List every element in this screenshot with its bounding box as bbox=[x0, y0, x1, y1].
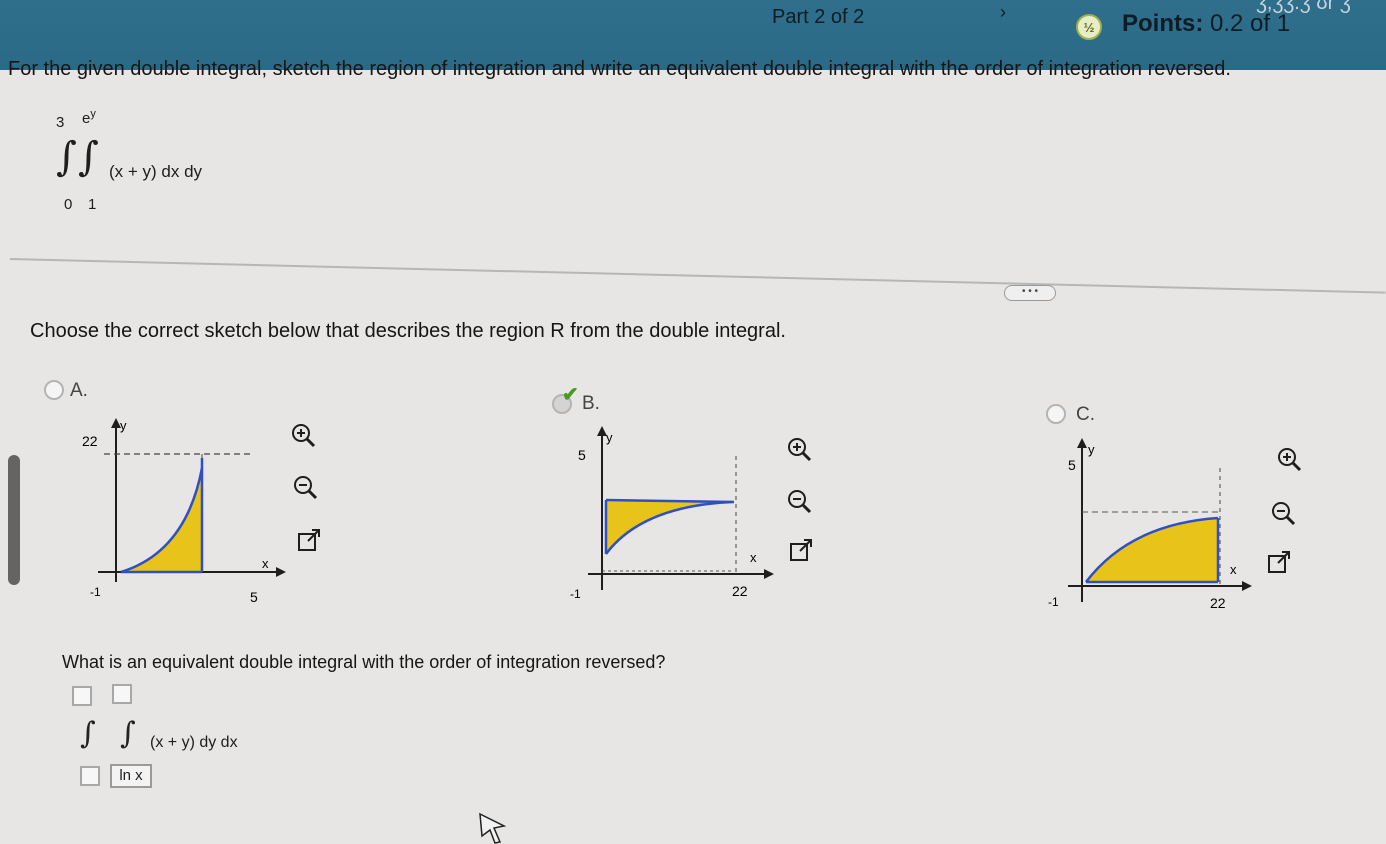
option-c-neg-tick: -1 bbox=[1048, 595, 1059, 609]
part-indicator: Part 2 of 2 bbox=[772, 6, 865, 28]
scrollbar[interactable] bbox=[8, 455, 20, 585]
partial-score-icon: ½ bbox=[1076, 14, 1102, 40]
next-part-icon[interactable]: › bbox=[1000, 2, 1006, 23]
option-b-zoom-out-icon[interactable] bbox=[786, 488, 812, 514]
option-a-zoom-out-icon[interactable] bbox=[292, 474, 318, 500]
option-c-radio[interactable] bbox=[1046, 404, 1066, 424]
option-b-expand-icon[interactable] bbox=[788, 538, 814, 564]
option-a-neg-tick: -1 bbox=[90, 585, 101, 599]
option-a-radio[interactable] bbox=[44, 380, 64, 400]
outer-lower-limit: 0 bbox=[64, 196, 73, 213]
option-c-y-label: y bbox=[1088, 442, 1095, 457]
question-choose-sketch: Choose the correct sketch below that des… bbox=[30, 320, 786, 342]
option-a-zoom-in-icon[interactable] bbox=[290, 422, 316, 448]
outer-upper-limit: 3 bbox=[56, 114, 65, 131]
instruction-text: For the given double integral, sketch th… bbox=[8, 58, 1231, 80]
outer-integral-sign-icon: ∫ bbox=[56, 134, 77, 180]
option-b-y-tick: 5 bbox=[578, 447, 586, 463]
option-b-y-label: y bbox=[606, 430, 613, 445]
inner-lower-input[interactable]: ln x bbox=[110, 764, 152, 788]
answer-integrand: (x + y) dy dx bbox=[150, 734, 238, 751]
option-a-graph: y 22 x 5 -1 bbox=[82, 418, 286, 605]
points-label: Points: bbox=[1122, 10, 1204, 37]
header-corner-text: ʒ,ʒʒ.ʒ ʊɾ ʒ bbox=[1256, 0, 1351, 14]
option-b-zoom-in-icon[interactable] bbox=[786, 436, 812, 462]
option-c-y-tick: 5 bbox=[1068, 457, 1076, 473]
inner-upper-input[interactable] bbox=[112, 684, 132, 704]
inner-integral-sign-icon: ∫ bbox=[120, 716, 136, 751]
option-c-zoom-out-icon[interactable] bbox=[1270, 500, 1296, 526]
option-b-graph: y 5 x 22 -1 bbox=[570, 426, 774, 601]
option-b-x-label: x bbox=[750, 550, 757, 565]
given-integrand: (x + y) dx dy bbox=[109, 162, 203, 181]
question-reversed-integral: What is an equivalent double integral wi… bbox=[62, 652, 666, 672]
answer-integral: ∫ ∫ (x + y) dy dx ln x bbox=[62, 680, 292, 800]
option-b-neg-tick: -1 bbox=[570, 587, 581, 601]
section-divider bbox=[9, 258, 1386, 294]
inner-lower-limit: 1 bbox=[88, 196, 97, 213]
option-a-x-label: x bbox=[262, 556, 269, 571]
option-c-label: C. bbox=[1076, 404, 1095, 425]
option-c-x-tick: 22 bbox=[1210, 595, 1226, 611]
option-c-graph: y 5 x 22 -1 bbox=[1048, 438, 1252, 611]
more-button[interactable]: • • • bbox=[1004, 285, 1056, 301]
option-c-x-label: x bbox=[1230, 562, 1237, 577]
option-a-label: A. bbox=[70, 380, 88, 401]
option-a-y-label: y bbox=[120, 418, 127, 433]
mouse-cursor-icon bbox=[479, 812, 507, 844]
option-b-label: B. bbox=[582, 393, 600, 414]
inner-upper-limit: ey bbox=[82, 108, 96, 127]
inner-integral-sign-icon: ∫ bbox=[78, 134, 99, 180]
correct-check-icon: ✔ bbox=[562, 384, 579, 406]
option-c-zoom-in-icon[interactable] bbox=[1276, 446, 1302, 472]
outer-integral-sign-icon: ∫ bbox=[80, 716, 96, 751]
option-a-expand-icon[interactable] bbox=[296, 528, 322, 554]
option-b-x-tick: 22 bbox=[732, 583, 748, 599]
option-a-x-tick: 5 bbox=[250, 589, 258, 605]
option-a-y-tick: 22 bbox=[82, 433, 98, 449]
outer-upper-input[interactable] bbox=[72, 686, 92, 706]
outer-lower-input[interactable] bbox=[80, 766, 100, 786]
option-c-expand-icon[interactable] bbox=[1266, 550, 1292, 576]
given-integral: 3 ey ∫ ∫ (x + y) dx dy 0 1 bbox=[54, 108, 254, 222]
